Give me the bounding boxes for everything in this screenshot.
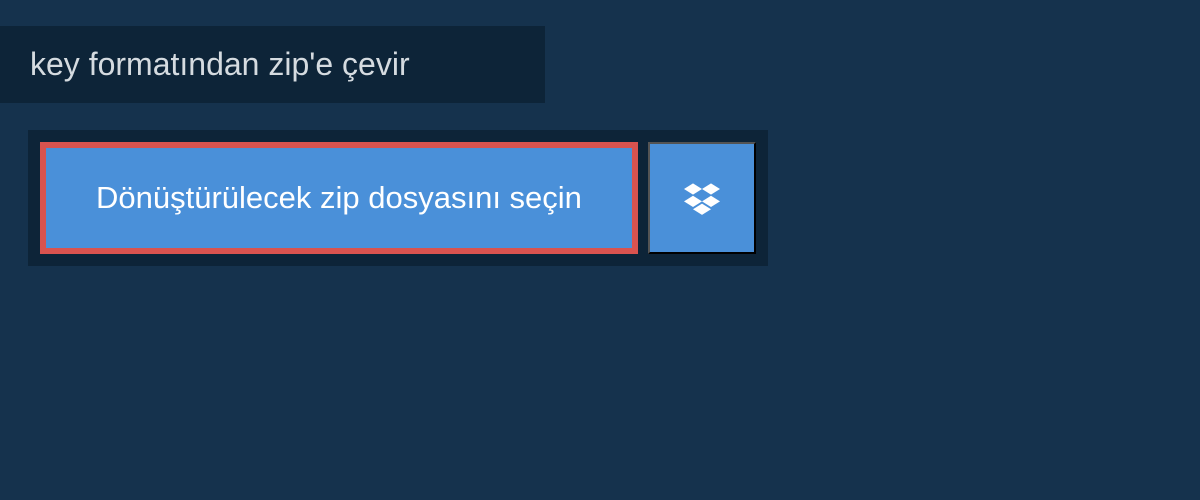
page-title: key formatından zip'e çevir [30, 46, 515, 83]
header-bar: key formatından zip'e çevir [0, 26, 545, 103]
file-upload-panel: Dönüştürülecek zip dosyasını seçin [28, 130, 768, 266]
file-select-label: Dönüştürülecek zip dosyasını seçin [96, 180, 582, 216]
dropbox-button[interactable] [648, 142, 756, 254]
file-select-button[interactable]: Dönüştürülecek zip dosyasını seçin [40, 142, 638, 254]
dropbox-icon [684, 180, 720, 216]
